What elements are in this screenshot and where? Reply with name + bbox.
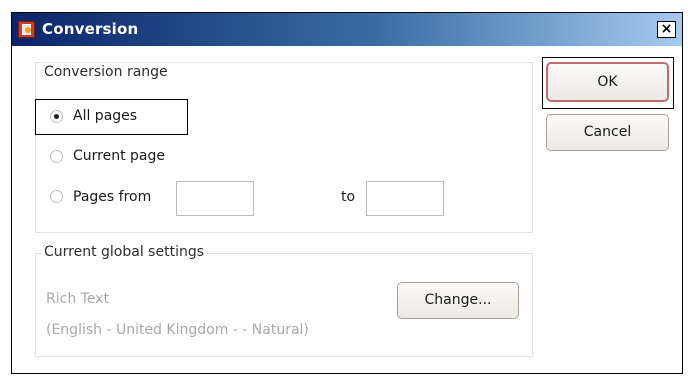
radio-current-page-label[interactable]: Current page [73,148,165,164]
conversion-range-label: Conversion range [41,64,171,80]
pages-to-input[interactable] [366,181,444,216]
ok-button[interactable]: OK [546,62,669,102]
radio-pages-from[interactable] [50,190,63,203]
conversion-dialog: Conversion × Conversion range All pages … [11,12,683,374]
format-details: (English - United Kingdom - - Natural) [46,322,309,338]
global-settings-label: Current global settings [41,244,208,260]
pages-from-input[interactable] [176,181,254,216]
radio-all-pages[interactable] [50,110,63,123]
app-icon [18,21,35,38]
dialog-title: Conversion [42,20,139,38]
title-bar[interactable]: Conversion × [12,13,682,46]
radio-current-page[interactable] [50,150,63,163]
radio-pages-from-label[interactable]: Pages from [73,189,151,205]
radio-all-pages-label[interactable]: All pages [73,108,137,124]
format-text: Rich Text [46,291,109,307]
cancel-button[interactable]: Cancel [546,114,669,151]
to-label: to [341,189,356,205]
close-button[interactable]: × [657,21,676,38]
change-button[interactable]: Change... [397,282,519,319]
